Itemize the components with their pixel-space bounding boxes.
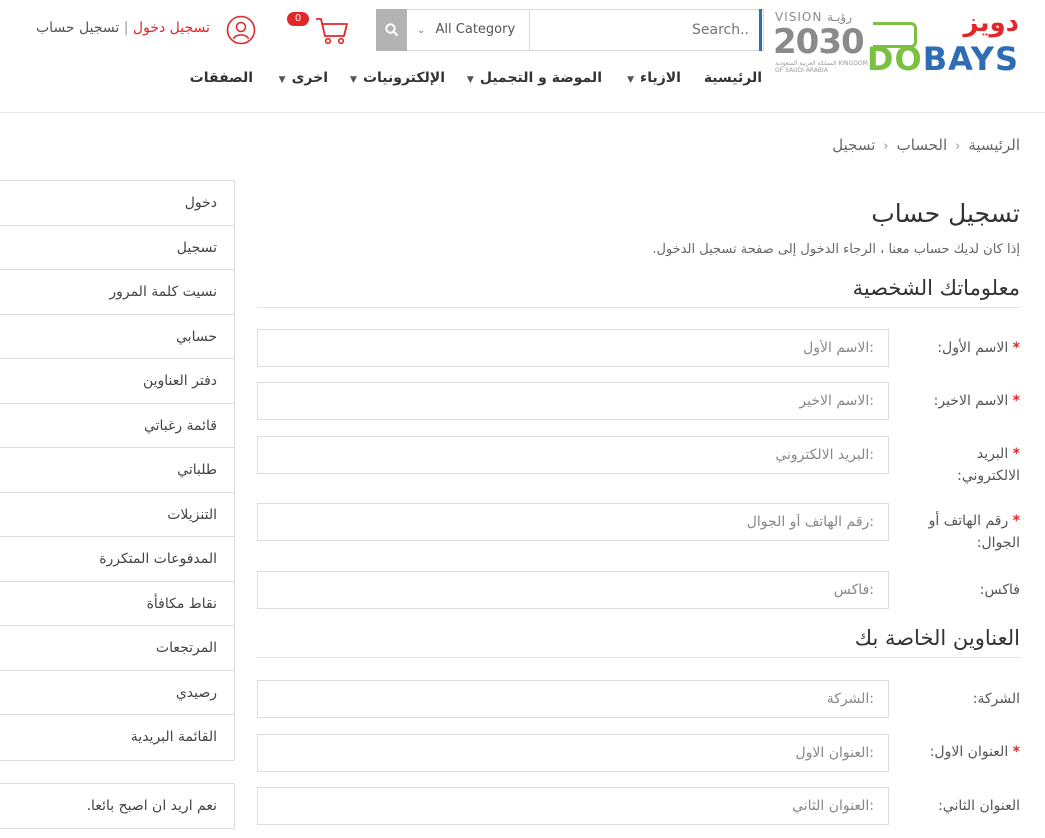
section-divider — [257, 307, 1020, 308]
company-field[interactable] — [257, 680, 889, 718]
breadcrumb-home[interactable]: الرئيسية — [968, 136, 1020, 154]
chevron-down-icon: ⌄ — [417, 25, 426, 36]
caret-down-icon: ▼ — [278, 75, 286, 85]
nav-item-deals[interactable]: الصفقات — [190, 70, 253, 86]
nav-item-home[interactable]: الرئيسية — [704, 70, 762, 86]
first-name-label: * الاسم الأول: — [937, 340, 1020, 356]
sidebar-item-reward-points[interactable]: نقاط مكافأة — [0, 582, 234, 626]
register-link[interactable]: تسجيل حساب — [36, 20, 119, 36]
section-divider — [257, 657, 1020, 658]
personal-info-heading: معلوماتك الشخصية — [852, 276, 1020, 300]
company-label: الشركة: — [972, 691, 1020, 707]
logo-arabic-text: دويز — [963, 8, 1019, 38]
cart-button[interactable] — [314, 16, 350, 46]
site-logo[interactable]: دويز DOBAYS — [867, 8, 1023, 78]
search-accent-bar — [759, 9, 762, 51]
breadcrumb-register[interactable]: تسجيل — [832, 136, 875, 154]
sidebar-item-wishlist[interactable]: قائمة رغباتي — [0, 404, 234, 448]
sidebar-item-forgot-password[interactable]: نسيت كلمة المرور — [0, 270, 234, 315]
last-name-label: * الاسم الاخير: — [933, 393, 1020, 409]
sidebar-item-returns[interactable]: المرتجعات — [0, 626, 234, 671]
phone-field[interactable] — [257, 503, 889, 541]
search-button[interactable] — [376, 9, 407, 51]
main-nav: الرئيسية الازياء▼ الموضة و التجميل▼ الإل… — [190, 70, 765, 94]
nav-item-electronics[interactable]: الإلكترونيات▼ — [350, 70, 445, 86]
last-name-field[interactable] — [257, 382, 889, 420]
site-header: دويز DOBAYS VISION رؤيـة 2030 المملكة ال… — [0, 0, 1045, 113]
first-name-field[interactable] — [257, 329, 889, 367]
logo-english-text: DOBAYS — [866, 40, 1019, 78]
sidebar-item-balance[interactable]: رصيدي — [0, 671, 234, 715]
vision-2030-logo: VISION رؤيـة 2030 المملكة العربية السعود… — [773, 10, 868, 74]
nav-item-fashion[interactable]: الازياء▼ — [627, 70, 681, 86]
cart-icon — [316, 18, 348, 45]
phone-label: * رقم الهاتف أو الجوال: — [928, 513, 1020, 551]
auth-separator: | — [123, 20, 129, 36]
sidebar-item-register[interactable]: تسجيل — [0, 226, 234, 270]
cart-count-badge: 0 — [287, 12, 309, 26]
sidebar-item-address-book[interactable]: دفتر العناوين — [0, 359, 234, 404]
become-seller-link[interactable]: نعم اريد ان اصبح بائعا. — [0, 783, 235, 829]
auth-links: تسجيل دخول | تسجيل حساب — [36, 20, 221, 42]
category-select[interactable]: ⌄ All Category — [407, 9, 530, 51]
sidebar-item-orders[interactable]: طلباتي — [0, 448, 234, 493]
address1-label: * العنوان الاول: — [929, 744, 1020, 760]
breadcrumb: الرئيسية ‹ الحساب ‹ تسجيل — [800, 136, 1020, 158]
address2-field[interactable] — [257, 787, 889, 825]
nav-item-other[interactable]: اخرى▼ — [279, 70, 328, 86]
account-sidebar: دخول تسجيل نسيت كلمة المرور حسابي دفتر ا… — [0, 180, 235, 761]
fax-label: فاكس: — [979, 582, 1020, 598]
account-button[interactable] — [226, 15, 256, 45]
addresses-heading: العناوين الخاصة بك — [854, 626, 1020, 650]
login-link[interactable]: تسجيل دخول — [133, 20, 210, 36]
sidebar-item-newsletter[interactable]: القائمة البريدية — [0, 715, 234, 760]
nav-item-beauty[interactable]: الموضة و التجميل▼ — [467, 70, 602, 86]
sidebar-item-recurring-payments[interactable]: المدفوعات المتكررة — [0, 537, 234, 582]
chevron-left-icon: ‹ — [883, 139, 889, 154]
email-field[interactable] — [257, 436, 889, 474]
address1-field[interactable] — [257, 734, 889, 772]
caret-down-icon: ▼ — [466, 75, 474, 85]
user-icon — [226, 15, 256, 45]
login-hint-text: إذا كان لديك حساب معنا ، الرجاء الدخول إ… — [652, 242, 1020, 257]
search-input[interactable] — [531, 10, 759, 50]
breadcrumb-account[interactable]: الحساب — [897, 136, 948, 154]
sidebar-item-login[interactable]: دخول — [0, 181, 234, 226]
fax-field[interactable] — [257, 571, 889, 609]
chevron-left-icon: ‹ — [955, 139, 961, 154]
caret-down-icon: ▼ — [627, 75, 635, 85]
search-icon — [385, 23, 398, 36]
caret-down-icon: ▼ — [350, 75, 357, 85]
sidebar-item-downloads[interactable]: التنزيلات — [0, 493, 234, 537]
page-title: تسجيل حساب — [871, 199, 1020, 228]
sidebar-item-my-account[interactable]: حسابي — [0, 315, 234, 359]
category-select-label: All Category — [435, 22, 516, 37]
address2-label: العنوان الثاني: — [938, 798, 1020, 814]
email-label: * البريد الالكتروني: — [957, 446, 1020, 484]
